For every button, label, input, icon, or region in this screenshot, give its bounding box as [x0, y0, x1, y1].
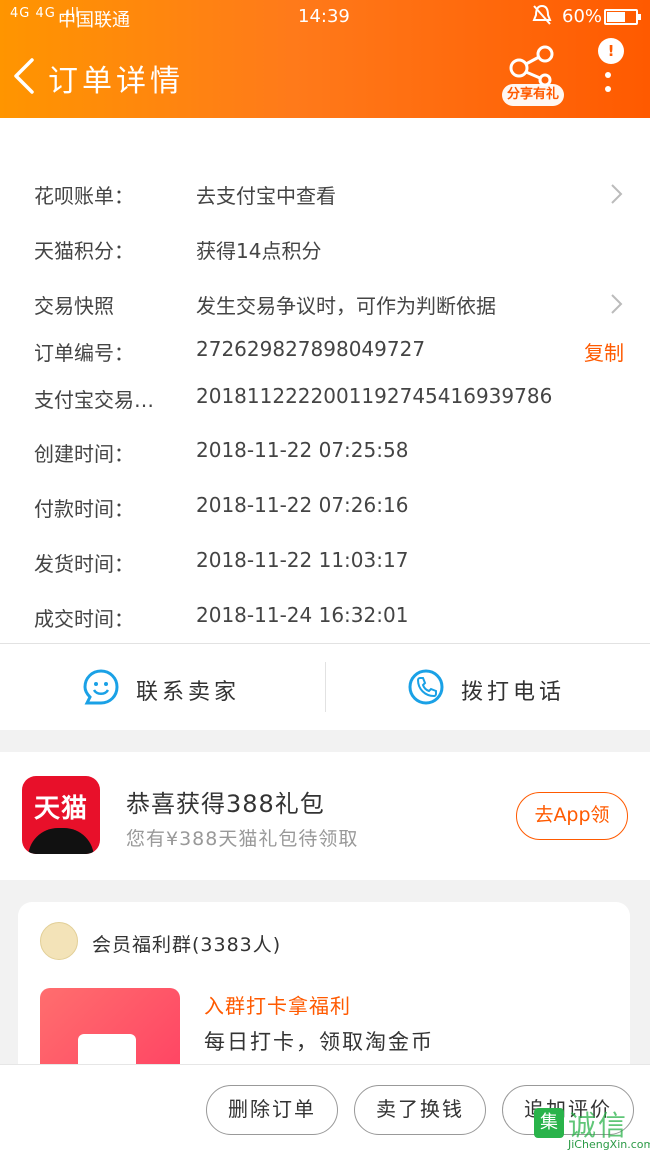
row-value: 2018-11-22 11:03:17 — [196, 548, 409, 572]
order-info-section: 花呗账单： 去支付宝中查看 天猫积分： 获得14点积分 交易快照 发生交易争议时… — [0, 118, 650, 730]
more-dot-icon — [605, 86, 611, 92]
completed-time-row: 成交时间： 2018-11-24 16:32:01 — [0, 591, 650, 641]
contact-seller-label: 联系卖家 — [136, 680, 241, 705]
status-time: 14:39 — [298, 6, 350, 27]
row-value: 2018-11-22 07:26:16 — [196, 493, 409, 517]
share-label: 分享有礼 — [502, 84, 564, 106]
row-key: 创建时间： — [34, 442, 134, 466]
contact-seller-button[interactable]: 联系卖家 — [0, 644, 325, 730]
tmall-logo: 天猫 — [22, 776, 100, 854]
promo-title: 恭喜获得388礼包 — [126, 790, 325, 818]
group-avatar — [40, 922, 78, 960]
row-value: 2018112222001192745416939786 — [196, 384, 553, 408]
claim-in-app-button[interactable]: 去App领 — [516, 792, 628, 840]
huabei-bill-row[interactable]: 花呗账单： 去支付宝中查看 — [0, 168, 650, 218]
call-phone-button[interactable]: 拨打电话 — [325, 644, 650, 730]
shipped-time-row: 发货时间： 2018-11-22 11:03:17 — [0, 536, 650, 586]
tmall-points-row: 天猫积分： 获得14点积分 — [0, 223, 650, 273]
tmall-cat-icon — [28, 828, 94, 854]
copy-button[interactable]: 复制 — [584, 337, 624, 366]
row-key: 支付宝交易… — [34, 388, 154, 412]
row-key: 成交时间： — [34, 607, 134, 631]
notice-badge: ! — [598, 38, 624, 64]
order-number-row: 订单编号： 272629827898049727 复制 — [0, 325, 650, 375]
row-value: 2018-11-24 16:32:01 — [196, 603, 409, 627]
paid-time-row: 付款时间： 2018-11-22 07:26:16 — [0, 481, 650, 531]
group-name: 会员福利群(3383人) — [92, 934, 282, 956]
status-bar: 4G 4G .ıll 中国联通 14:39 60% — [0, 0, 650, 34]
battery-icon — [604, 9, 641, 25]
battery-level — [607, 12, 625, 22]
post-description: 每日打卡，领取淘金币 — [204, 1030, 434, 1054]
alipay-trade-row: 支付宝交易… 2018112222001192745416939786 — [0, 372, 650, 422]
row-key: 天猫积分： — [34, 239, 134, 263]
watermark: 集 诚信 JiChengXin.com — [534, 1104, 650, 1154]
back-button[interactable] — [8, 56, 42, 96]
more-menu-button[interactable]: ! — [588, 34, 628, 98]
delete-order-button[interactable]: 删除订单 — [206, 1085, 338, 1135]
page-title: 订单详情 — [48, 64, 184, 99]
bell-icon — [532, 4, 552, 31]
share-button[interactable]: 分享有礼 — [500, 44, 566, 108]
chevron-right-icon — [611, 184, 623, 204]
trade-snapshot-row[interactable]: 交易快照 发生交易争议时，可作为判断依据 — [0, 278, 650, 328]
phone-icon — [408, 669, 444, 705]
watermark-url: JiChengXin.com — [568, 1138, 650, 1151]
row-value: 2018-11-22 07:25:58 — [196, 438, 409, 462]
chevron-right-icon — [611, 294, 623, 314]
share-icon — [509, 45, 554, 86]
watermark-box: 集 — [534, 1108, 564, 1138]
call-phone-label: 拨打电话 — [461, 680, 566, 705]
row-key: 发货时间： — [34, 552, 134, 576]
created-time-row: 创建时间： 2018-11-22 07:25:58 — [0, 426, 650, 476]
chat-smile-icon — [83, 669, 119, 705]
row-key: 付款时间： — [34, 497, 134, 521]
app-header: 4G 4G .ıll 中国联通 14:39 60% 订单详情 分享有礼 ! — [0, 0, 650, 118]
row-value: 获得14点积分 — [196, 239, 322, 263]
tmall-promo-banner: 天猫 恭喜获得388礼包 您有¥388天猫礼包待领取 去App领 — [0, 752, 650, 880]
promo-subtitle: 您有¥388天猫礼包待领取 — [126, 828, 359, 850]
more-dot-icon — [605, 72, 611, 78]
row-value: 发生交易争议时，可作为判断依据 — [196, 294, 496, 318]
row-value: 去支付宝中查看 — [196, 184, 336, 208]
order-number-value: 272629827898049727 — [196, 337, 426, 361]
row-key: 花呗账单： — [34, 184, 134, 208]
sell-for-cash-button[interactable]: 卖了换钱 — [354, 1085, 486, 1135]
carrier-name: 中国联通 — [58, 10, 130, 31]
post-title: 入群打卡拿福利 — [204, 994, 351, 1018]
row-key: 交易快照 — [34, 294, 114, 318]
tmall-logo-text: 天猫 — [33, 794, 88, 824]
row-key: 订单编号： — [34, 341, 134, 365]
battery-percent: 60% — [562, 6, 603, 27]
